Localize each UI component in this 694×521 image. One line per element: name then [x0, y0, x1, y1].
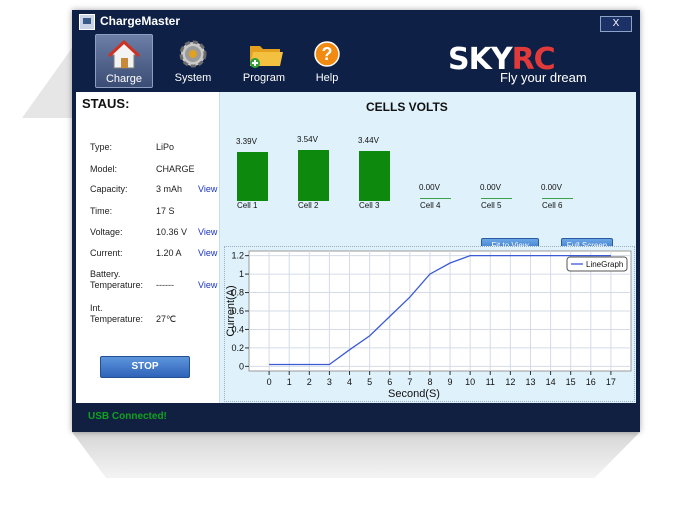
cell-name-label: Cell 4 — [420, 201, 441, 210]
status-key: Voltage: — [90, 227, 123, 237]
x-tick-label: 15 — [566, 377, 576, 387]
x-tick-label: 17 — [606, 377, 616, 387]
status-value: 1.20 A — [156, 248, 182, 258]
close-button[interactable]: X — [600, 16, 632, 32]
x-tick-label: 16 — [586, 377, 596, 387]
status-key-line2: Temperature: — [90, 280, 144, 290]
cell-voltage-label: 3.39V — [236, 137, 257, 146]
cell-bar — [298, 150, 329, 201]
status-title: STAUS: — [82, 96, 130, 111]
cell-voltage-label: 3.54V — [297, 135, 318, 144]
window-shadow-top — [22, 48, 72, 118]
cell-voltage-label: 0.00V — [480, 183, 501, 192]
x-tick-label: 11 — [486, 377, 495, 387]
cell-name-label: Cell 5 — [481, 201, 502, 210]
status-key: Model: — [90, 164, 118, 174]
stop-button[interactable]: STOP — [100, 356, 190, 378]
y-tick-label: 0 — [239, 361, 244, 371]
home-icon — [108, 39, 140, 69]
current-view-link[interactable]: View — [198, 248, 217, 258]
help-icon: ? — [314, 41, 340, 67]
x-tick-label: 0 — [267, 377, 272, 387]
x-tick-label: 9 — [448, 377, 453, 387]
program-label: Program — [242, 72, 286, 84]
toolbar: Charge System Program ? Help SKYRC Fly y… — [72, 34, 640, 94]
main-content: STAUS: Type: LiPo Model: CHARGE Capacity… — [76, 92, 636, 403]
chart-svg: 0 1 2 3 4 5 6 7 8 9 10 11 12 13 14 15 16 1700.20.40.60.81… — [225, 250, 632, 400]
cell-voltage-label: 0.00V — [541, 183, 562, 192]
status-value: ------ — [156, 280, 174, 290]
status-value: 17 S — [156, 206, 175, 216]
help-label: Help — [315, 72, 339, 84]
status-key: Battery. — [90, 269, 121, 279]
status-key: Type: — [90, 142, 113, 152]
status-key: Int. — [90, 303, 103, 313]
status-panel: STAUS: Type: LiPo Model: CHARGE Capacity… — [76, 92, 220, 403]
status-value: 3 mAh — [156, 184, 183, 194]
cell-bar — [237, 152, 268, 201]
charge-button[interactable]: Charge — [95, 34, 153, 88]
legend-label: LineGraph — [586, 260, 623, 269]
x-tick-label: 3 — [327, 377, 332, 387]
brand-tagline: Fly your dream — [500, 70, 587, 85]
x-tick-label: 2 — [307, 377, 312, 387]
window-title: ChargeMaster — [100, 14, 181, 28]
svg-text:?: ? — [322, 44, 333, 64]
capacity-view-link[interactable]: View — [198, 184, 217, 194]
temperature-view-link[interactable]: View — [198, 280, 217, 290]
chargemaster-window: ChargeMaster X Charge System Program ? H… — [72, 10, 640, 432]
x-tick-label: 1 — [287, 377, 292, 387]
cell-name-label: Cell 2 — [298, 201, 319, 210]
x-tick-label: 7 — [407, 377, 412, 387]
status-value: 10.36 V — [156, 227, 188, 237]
current-chart: 0 1 2 3 4 5 6 7 8 9 10 11 12 13 14 15 16 17 0 0.2 0.4 0.6 0.8 1… — [224, 246, 635, 402]
x-tick-label: 13 — [525, 377, 535, 387]
cells-title: CELLS VOLTS — [366, 100, 448, 114]
status-key-line2: Temperature: — [90, 314, 144, 324]
cell-empty-line — [481, 198, 512, 199]
app-icon — [79, 14, 95, 30]
voltage-view-link[interactable]: View — [198, 227, 217, 237]
x-tick-label: 4 — [347, 377, 352, 387]
gear-icon — [179, 40, 207, 68]
y-tick-label: 1.2 — [231, 251, 244, 261]
skyrc-logo: SKYRC Fly your dream — [448, 42, 587, 85]
y-tick-label: 0.2 — [231, 343, 244, 353]
x-tick-label: 6 — [387, 377, 392, 387]
charge-label: Charge — [105, 73, 143, 85]
status-value: CHARGE — [156, 164, 195, 174]
system-button[interactable]: System — [165, 34, 221, 86]
cell-voltage-label: 3.44V — [358, 136, 379, 145]
x-tick-label: 14 — [546, 377, 556, 387]
x-axis-label: Second(S) — [388, 388, 440, 400]
status-key: Current: — [90, 248, 123, 258]
system-label: System — [174, 72, 212, 84]
status-key: Time: — [90, 206, 113, 216]
help-button[interactable]: ? Help — [299, 34, 355, 86]
usb-status-text: USB Connected! — [88, 411, 167, 422]
title-bar: ChargeMaster X — [72, 10, 640, 34]
cell-empty-line — [542, 198, 573, 199]
x-tick-label: 8 — [427, 377, 432, 387]
y-axis-label: Current(A) — [225, 285, 237, 336]
window-shadow-bottom — [72, 432, 640, 478]
cell-name-label: Cell 6 — [542, 201, 563, 210]
status-value: LiPo — [156, 142, 175, 152]
status-bar: USB Connected! — [72, 403, 640, 432]
y-tick-label: 1 — [239, 269, 244, 279]
x-tick-label: 10 — [465, 377, 475, 387]
cell-empty-line — [420, 198, 451, 199]
folder-icon — [250, 46, 283, 68]
cell-name-label: Cell 3 — [359, 201, 380, 210]
x-tick-label: 12 — [505, 377, 515, 387]
cell-bar — [359, 151, 390, 201]
status-key: Capacity: — [90, 184, 128, 194]
cell-name-label: Cell 1 — [237, 201, 258, 210]
x-tick-label: 5 — [367, 377, 372, 387]
status-value: 27℃ — [156, 314, 177, 324]
cell-voltage-label: 0.00V — [419, 183, 440, 192]
program-button[interactable]: Program — [236, 34, 292, 86]
